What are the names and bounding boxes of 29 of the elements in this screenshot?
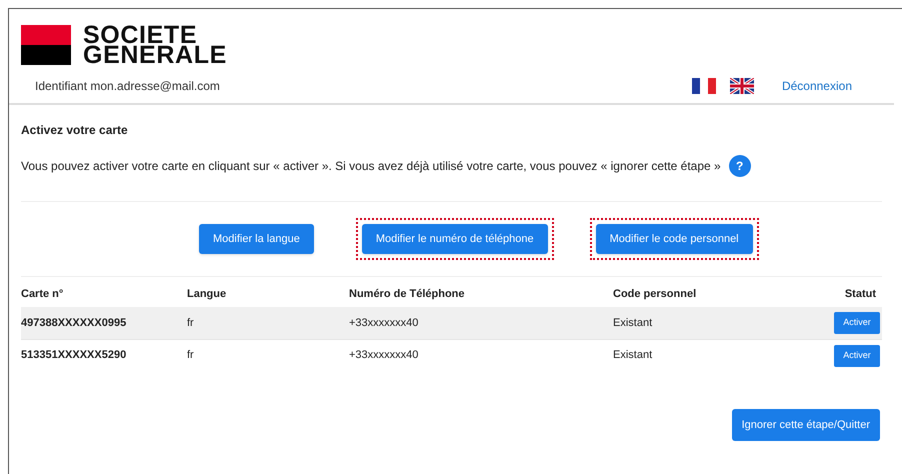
section-title: Activez votre carte <box>21 122 129 139</box>
skip-button[interactable]: Ignorer cette étape/Quitter <box>732 409 880 441</box>
table-cell: +33xxxxxxx40 <box>349 349 418 362</box>
help-icon[interactable]: ? <box>728 155 751 177</box>
column-header: Statut <box>844 286 877 302</box>
column-header: Carte n° <box>21 286 64 302</box>
action-button[interactable]: Modifier le code personnel <box>596 224 753 254</box>
column-header: Code personnel <box>613 286 698 302</box>
flag-icon[interactable] <box>692 78 716 94</box>
column-header: Langue <box>187 286 228 302</box>
table-cell: +33xxxxxxx40 <box>349 316 418 329</box>
column-header: Numéro de Téléphone <box>349 286 466 302</box>
table-cell: Existant <box>613 316 652 329</box>
action-button[interactable]: Modifier la langue <box>199 224 314 254</box>
logout-link[interactable]: Déconnexion <box>782 77 852 95</box>
activate-button[interactable]: Activer <box>834 312 880 334</box>
table-cell: 513351XXXXXX5290 <box>21 349 126 362</box>
flag-icon[interactable] <box>730 78 754 94</box>
table-cell: Existant <box>613 349 652 362</box>
logo-text: GENERALE <box>83 45 227 65</box>
table-cell: fr <box>187 316 194 329</box>
identifier-text: Identifiant mon.adresse@mail.com <box>35 78 220 95</box>
table-cell: 497388XXXXXX0995 <box>21 316 126 329</box>
intro-text: Vous pouvez activer votre carte en cliquant sur « activer ». Si vous avez déjà utilisé votre carte, vous pouvez « ignorer cette étape » <box>21 158 721 175</box>
logo-mark-icon <box>21 25 71 65</box>
action-button[interactable]: Modifier le numéro de téléphone <box>362 224 548 254</box>
table-cell: fr <box>187 349 194 362</box>
activate-button[interactable]: Activer <box>834 344 880 366</box>
logo-text: SOCIETE <box>83 25 198 45</box>
